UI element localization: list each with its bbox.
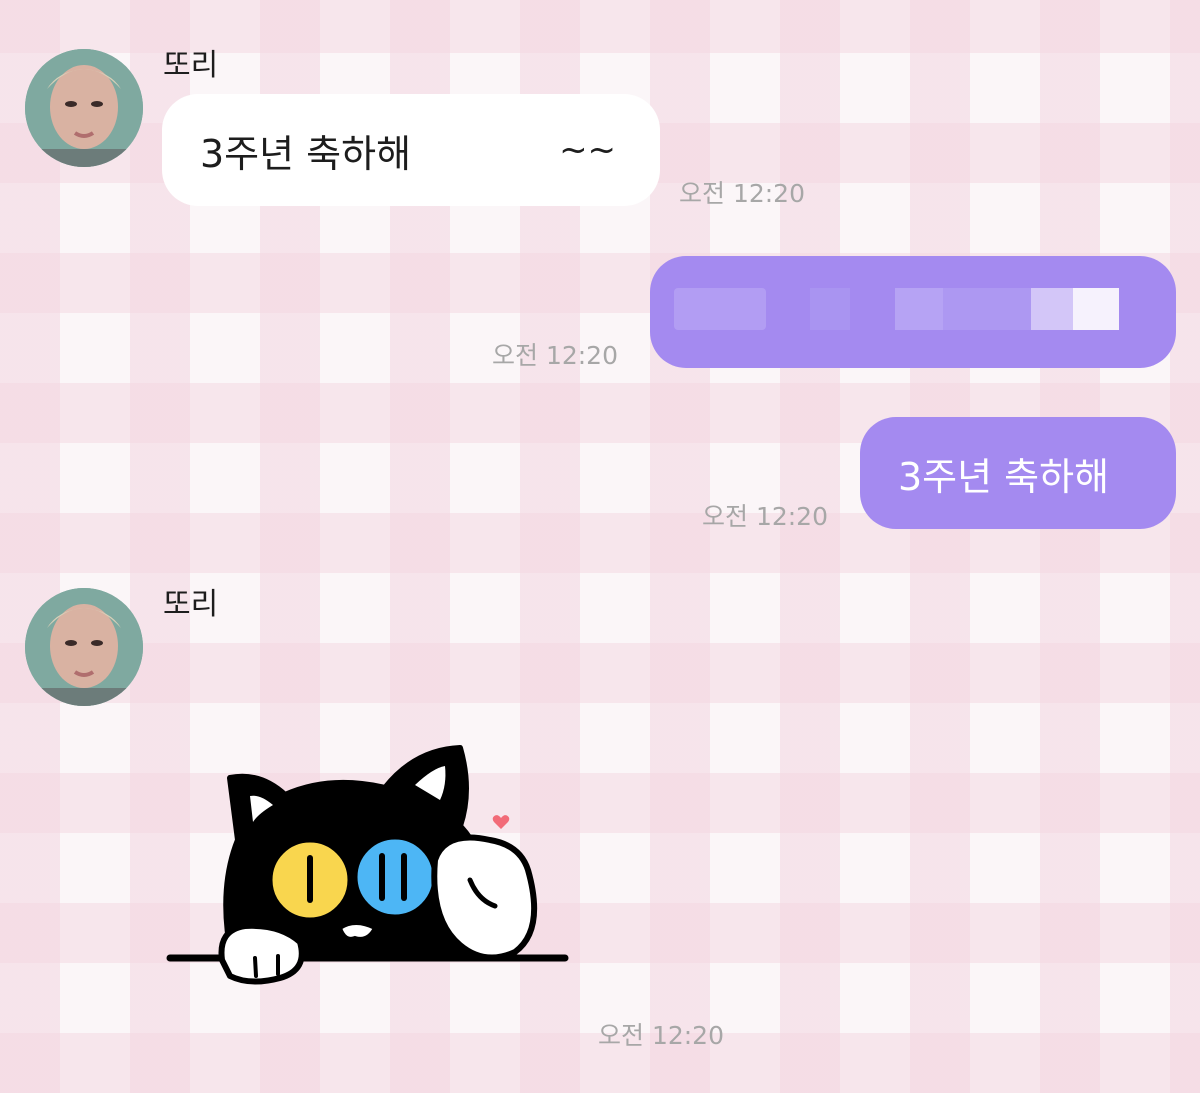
chat-area: 또리 3주년 축하해 ~~ 오전 12:20 오전 12:20 오전 12:20… — [0, 0, 1200, 1093]
outgoing-message-bubble-blurred[interactable] — [650, 256, 1176, 368]
outgoing-message-bubble[interactable]: 3주년 축하해 — [860, 417, 1176, 529]
sender-avatar[interactable] — [25, 49, 143, 167]
blurred-text-region — [810, 288, 850, 330]
message-text-suffix: ~~ — [559, 130, 617, 170]
sender-name: 또리 — [163, 587, 219, 622]
message-text: 3주년 축하해 — [200, 131, 412, 176]
heart-icon — [492, 815, 510, 829]
incoming-message-bubble[interactable]: 3주년 축하해 ~~ — [162, 94, 660, 206]
message-timestamp: 오전 12:20 — [598, 1021, 724, 1050]
blurred-text-region — [1031, 288, 1073, 330]
blurred-text-region — [895, 288, 943, 330]
blurred-text-region — [674, 288, 766, 330]
message-timestamp: 오전 12:20 — [702, 502, 828, 531]
blurred-text-region — [1073, 288, 1119, 330]
blurred-text-region — [943, 288, 1031, 330]
sender-avatar[interactable] — [25, 588, 143, 706]
message-text: 3주년 축하해 — [898, 454, 1110, 499]
sender-name: 또리 — [163, 48, 219, 83]
message-timestamp: 오전 12:20 — [492, 341, 618, 370]
message-timestamp: 오전 12:20 — [679, 179, 805, 208]
black-cat-sticker[interactable] — [160, 730, 580, 1000]
